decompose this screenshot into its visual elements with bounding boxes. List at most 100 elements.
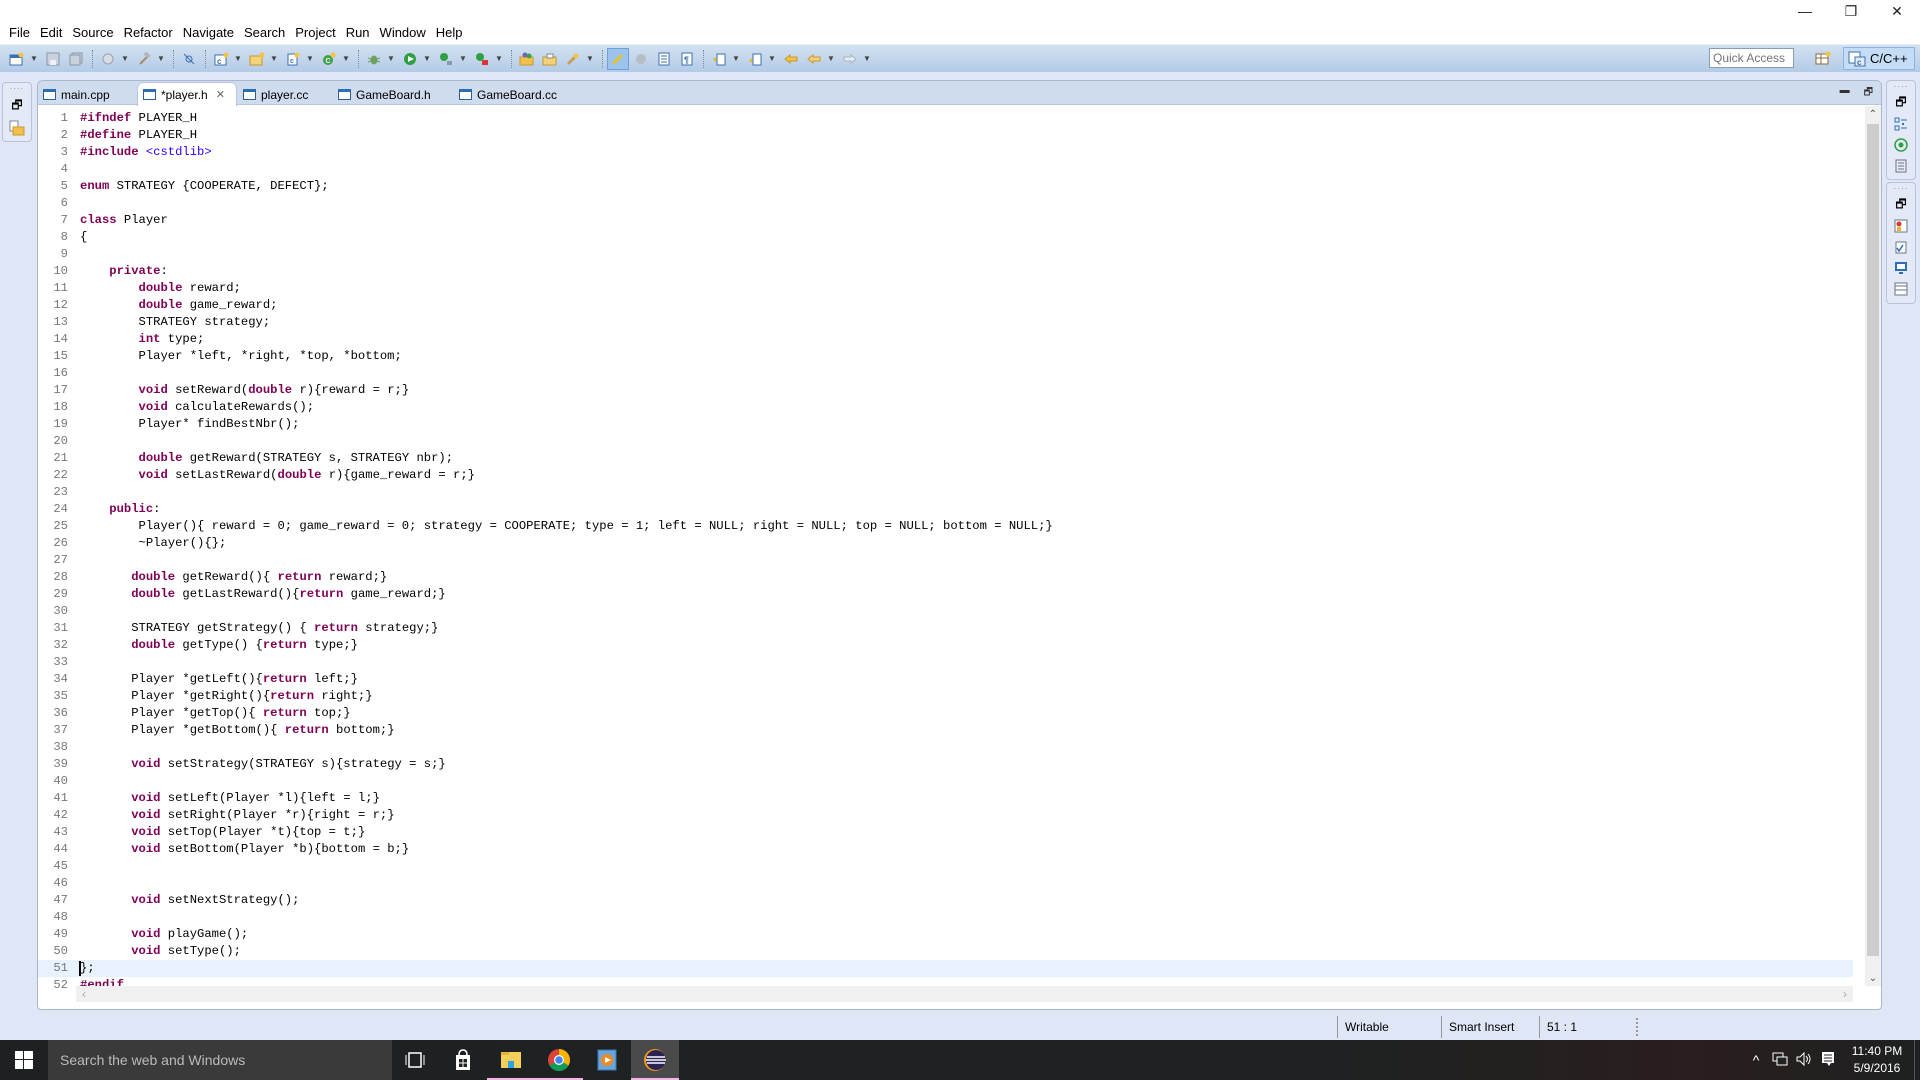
back-dropdown-icon[interactable]: ▼ (826, 54, 836, 63)
restore-button[interactable]: ❐ (1828, 0, 1874, 22)
code-line[interactable]: 37 Player *getBottom(){ return bottom;} (38, 722, 1853, 739)
perspective-cpp-button[interactable]: c C/C++ (1843, 47, 1915, 70)
code-line[interactable]: 39 void setStrategy(STRATEGY s){strategy… (38, 756, 1853, 773)
prev-annotation-dropdown-icon[interactable]: ▼ (767, 54, 777, 63)
menu-edit[interactable]: Edit (35, 22, 67, 44)
action-center-icon[interactable] (1816, 1051, 1840, 1070)
scroll-left-icon[interactable]: ‹ (76, 986, 92, 1002)
next-annotation-dropdown-icon[interactable]: ▼ (731, 54, 741, 63)
search-tool-icon[interactable] (562, 48, 584, 70)
new-project-dropdown-icon[interactable]: ▼ (233, 54, 243, 63)
store-button[interactable] (439, 1040, 487, 1080)
prev-annotation-icon[interactable] (744, 48, 766, 70)
eclipse-button[interactable] (631, 1040, 679, 1080)
problems-icon[interactable] (1892, 217, 1910, 235)
back-icon[interactable] (803, 48, 825, 70)
new-source-file-icon[interactable]: c (282, 48, 304, 70)
project-explorer-icon[interactable] (8, 119, 26, 137)
start-button[interactable] (0, 1040, 48, 1080)
code-editor[interactable]: 1 #ifndef PLAYER_H 2 #define PLAYER_H 3 #incl… (38, 106, 1853, 992)
quick-access-input[interactable] (1709, 48, 1794, 68)
menu-source[interactable]: Source (67, 22, 118, 44)
code-line[interactable]: 30 (38, 603, 1853, 620)
status-insert-mode[interactable]: Smart Insert (1441, 1016, 1539, 1038)
external-tools-icon[interactable] (471, 48, 493, 70)
code-line[interactable]: 5 enum STRATEGY {COOPERATE, DEFECT}; (38, 178, 1853, 195)
code-line[interactable]: 8{ (38, 229, 1853, 246)
new-file-dropdown-icon[interactable]: ▼ (305, 54, 315, 63)
code-line[interactable]: 28 double getReward(){ return reward;} (38, 569, 1853, 586)
build-dropdown-icon[interactable]: ▼ (156, 54, 166, 63)
restore-view-icon[interactable]: 🗗 (8, 97, 26, 115)
network-icon[interactable] (1768, 1052, 1792, 1069)
block-selection-icon[interactable] (653, 48, 675, 70)
code-line[interactable]: 36 Player *getTop(){ return top;} (38, 705, 1853, 722)
menu-window[interactable]: Window (375, 22, 431, 44)
skip-breakpoints-icon[interactable] (178, 48, 200, 70)
code-line[interactable]: 10 private: (38, 263, 1853, 280)
code-line[interactable]: 46 (38, 875, 1853, 892)
code-line[interactable]: 11 double reward; (38, 280, 1853, 297)
code-line[interactable]: 16 (38, 365, 1853, 382)
new-icon[interactable] (6, 48, 28, 70)
run-icon[interactable] (399, 48, 421, 70)
new-class-icon[interactable]: C (318, 48, 340, 70)
code-line[interactable]: 21 double getReward(STRATEGY s, STRATEGY… (38, 450, 1853, 467)
external-tools-dropdown-icon[interactable]: ▼ (494, 54, 504, 63)
code-line[interactable]: 41 void setLeft(Player *l){left = l;} (38, 790, 1853, 807)
new-source-folder-icon[interactable] (246, 48, 268, 70)
new-folder-dropdown-icon[interactable]: ▼ (269, 54, 279, 63)
code-line[interactable]: 23 (38, 484, 1853, 501)
code-line[interactable]: 42 void setRight(Player *r){right = r;} (38, 807, 1853, 824)
debug-dropdown-icon[interactable]: ▼ (386, 54, 396, 63)
tab-player-cc[interactable]: player.cc (238, 84, 334, 105)
trim-drag-handle[interactable]: ···· (1894, 185, 1909, 193)
code-line[interactable]: 7 class Player (38, 212, 1853, 229)
code-line[interactable]: 2 #define PLAYER_H (38, 127, 1853, 144)
run-coverage-icon[interactable] (435, 48, 457, 70)
vertical-scroll-thumb[interactable] (1867, 124, 1879, 956)
coverage-dropdown-icon[interactable]: ▼ (458, 54, 468, 63)
debug-bug-icon[interactable] (363, 48, 385, 70)
menu-project[interactable]: Project (290, 22, 340, 44)
code-line[interactable]: 24 public: (38, 501, 1853, 518)
tab-gameboard-h[interactable]: GameBoard.h (333, 84, 453, 105)
new-cpp-project-icon[interactable]: c (210, 48, 232, 70)
outline-icon[interactable] (1892, 115, 1910, 133)
code-line[interactable]: 17 void setReward(double r){reward = r;} (38, 382, 1853, 399)
forward-icon[interactable] (839, 48, 861, 70)
menu-file[interactable]: File (4, 22, 35, 44)
vertical-scrollbar[interactable]: ⌃ ⌄ (1865, 106, 1881, 986)
code-line[interactable]: 15 Player *left, *right, *top, *bottom; (38, 348, 1853, 365)
save-icon[interactable] (42, 48, 64, 70)
next-annotation-icon[interactable] (708, 48, 730, 70)
minimize-pane-icon[interactable]: ▬ (1840, 85, 1850, 102)
volume-icon[interactable] (1792, 1051, 1816, 1069)
save-all-icon[interactable] (65, 48, 87, 70)
file-explorer-button[interactable] (487, 1040, 535, 1080)
taskbar-clock[interactable]: 11:40 PM 5/9/2016 (1840, 1043, 1914, 1077)
task-list-icon[interactable] (1892, 157, 1910, 175)
media-player-button[interactable] (583, 1040, 631, 1080)
code-line[interactable]: 43 void setTop(Player *t){top = t;} (38, 824, 1853, 841)
code-line[interactable]: 27 (38, 552, 1853, 569)
open-element-icon[interactable] (539, 48, 561, 70)
new-dropdown-icon[interactable]: ▼ (29, 54, 39, 63)
tab-player-h[interactable]: *player.h ✕ (137, 82, 237, 106)
code-line[interactable]: 29 double getLastReward(){return game_re… (38, 586, 1853, 603)
make-target-icon[interactable] (1892, 136, 1910, 154)
code-line[interactable]: 47 void setNextStrategy(); (38, 892, 1853, 909)
show-hidden-icons-icon[interactable]: ^ (1744, 1052, 1768, 1068)
menu-search[interactable]: Search (239, 22, 290, 44)
close-tab-icon[interactable]: ✕ (216, 88, 225, 101)
code-line[interactable]: 9 (38, 246, 1853, 263)
open-type-icon[interactable] (516, 48, 538, 70)
maximize-pane-icon[interactable]: 🗗 (1864, 85, 1873, 102)
tasks-icon[interactable] (1892, 238, 1910, 256)
tab-gameboard-cc[interactable]: GameBoard.cc (454, 84, 578, 105)
code-line[interactable]: 18 void calculateRewards(); (38, 399, 1853, 416)
chrome-button[interactable] (535, 1040, 583, 1080)
mark-occurrences-icon[interactable] (607, 47, 629, 70)
code-line[interactable]: 1 #ifndef PLAYER_H (38, 110, 1853, 127)
code-line[interactable]: 31 STRATEGY getStrategy() { return strat… (38, 620, 1853, 637)
